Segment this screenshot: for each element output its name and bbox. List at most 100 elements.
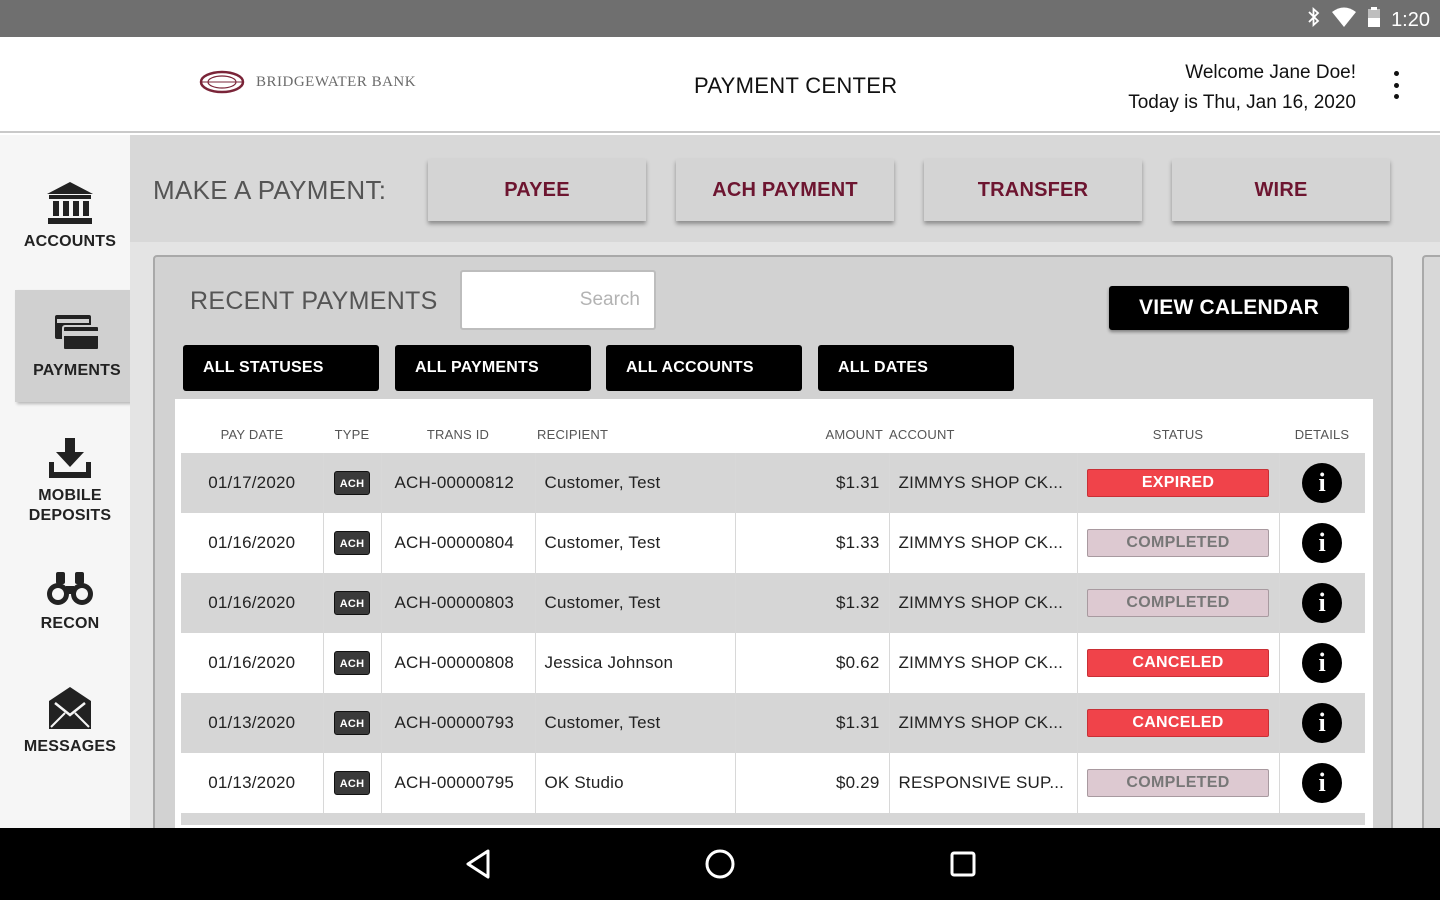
status-badge: EXPIRED: [1087, 469, 1269, 497]
column-header[interactable]: PAY DATE: [181, 399, 323, 453]
table-row[interactable]: 01/13/2020 ACH ACH-00000795 OK Studio $0…: [181, 753, 1365, 813]
recipient: Customer, Test: [535, 513, 736, 573]
type-cell: ACH: [323, 453, 382, 513]
pay-date: 01/13/2020: [181, 693, 324, 753]
sidebar-item-label: MESSAGES: [23, 738, 117, 755]
payments-table: PAY DATE TYPE TRANS ID RECIPIENT AMOUNT …: [181, 399, 1365, 813]
trans-id: ACH-00000803: [381, 573, 536, 633]
back-icon[interactable]: [458, 846, 498, 882]
column-header[interactable]: RECIPIENT: [535, 399, 735, 453]
details-cell: i: [1279, 453, 1365, 513]
info-icon[interactable]: i: [1302, 523, 1343, 563]
recents-icon[interactable]: [943, 846, 983, 882]
amount: $1.32: [735, 573, 890, 633]
table-header-row: PAY DATE TYPE TRANS ID RECIPIENT AMOUNT …: [181, 399, 1365, 453]
table-row[interactable]: 01/13/2020 ACH ACH-00000793 Customer, Te…: [181, 693, 1365, 753]
column-header[interactable]: STATUS: [1077, 399, 1279, 453]
account: ZIMMYS SHOP CK...: [889, 693, 1078, 753]
recent-payments-panel: RECENT PAYMENTS VIEW CALENDAR ALL STATUS…: [153, 255, 1393, 859]
view-calendar-button[interactable]: VIEW CALENDAR: [1109, 286, 1349, 330]
info-icon[interactable]: i: [1302, 763, 1343, 803]
pay-date: 01/13/2020: [181, 753, 324, 813]
home-icon[interactable]: [700, 846, 740, 882]
app-header: BRIDGEWATER BANK PAYMENT CENTER Welcome …: [0, 37, 1440, 133]
amount: $1.31: [735, 693, 890, 753]
filter-all-payments[interactable]: ALL PAYMENTS: [395, 345, 591, 391]
column-header[interactable]: AMOUNT: [735, 399, 889, 453]
amount: $1.31: [735, 453, 890, 513]
sidebar-item-recon[interactable]: RECON: [0, 545, 140, 657]
filter-all-accounts[interactable]: ALL ACCOUNTS: [606, 345, 802, 391]
payee-button[interactable]: PAYEE: [428, 159, 646, 221]
table-row[interactable]: 01/16/2020 ACH ACH-00000804 Customer, Te…: [181, 513, 1365, 573]
status-cell: COMPLETED: [1077, 513, 1280, 573]
trans-id: ACH-00000795: [381, 753, 536, 813]
column-header[interactable]: TRANS ID: [381, 399, 535, 453]
pay-date: 01/17/2020: [181, 453, 324, 513]
table-row[interactable]: 01/16/2020 ACH ACH-00000808 Jessica John…: [181, 633, 1365, 693]
type-cell: ACH: [323, 513, 382, 573]
amount: $0.29: [735, 753, 890, 813]
column-header[interactable]: ACCOUNT: [889, 399, 1077, 453]
sidebar: ACCOUNTS PAYMENTS MOBILE DEPOSITS RECON …: [0, 135, 149, 828]
status-cell: CANCELED: [1077, 633, 1280, 693]
type-cell: ACH: [323, 633, 382, 693]
wire-button[interactable]: WIRE: [1172, 159, 1390, 221]
details-cell: i: [1279, 693, 1365, 753]
sidebar-item-label: RECON: [40, 615, 100, 632]
sidebar-item-accounts[interactable]: ACCOUNTS: [0, 160, 140, 272]
status-badge: COMPLETED: [1087, 529, 1269, 557]
ach-badge: ACH: [334, 711, 370, 735]
envelope-icon: [49, 687, 91, 729]
info-icon[interactable]: i: [1302, 703, 1343, 743]
trans-id: ACH-00000808: [381, 633, 536, 693]
search-input[interactable]: [460, 270, 656, 330]
sidebar-item-messages[interactable]: MESSAGES: [0, 665, 140, 777]
recent-payments-title: RECENT PAYMENTS: [190, 287, 438, 315]
info-icon[interactable]: i: [1302, 463, 1343, 503]
make-payment-bar: MAKE A PAYMENT: PAYEE ACH PAYMENT TRANSF…: [130, 135, 1440, 242]
label-line-1: MOBILE: [38, 487, 102, 504]
status-badge: COMPLETED: [1087, 769, 1269, 797]
ach-payment-button[interactable]: ACH PAYMENT: [676, 159, 894, 221]
ach-badge: ACH: [334, 591, 370, 615]
more-vert-icon[interactable]: [1390, 71, 1402, 99]
info-icon[interactable]: i: [1302, 643, 1343, 683]
binoculars-icon: [47, 572, 93, 605]
system-nav-bar: [0, 828, 1440, 900]
amount: $1.33: [735, 513, 890, 573]
sidebar-item-mobile-deposits[interactable]: MOBILE DEPOSITS: [0, 425, 140, 537]
info-icon[interactable]: i: [1302, 583, 1343, 623]
make-payment-label: MAKE A PAYMENT:: [153, 175, 387, 205]
table-row[interactable]: 01/17/2020 ACH ACH-00000812 Customer, Te…: [181, 453, 1365, 513]
status-cell: CANCELED: [1077, 693, 1280, 753]
sidebar-item-payments[interactable]: PAYMENTS: [15, 290, 149, 402]
transfer-button[interactable]: TRANSFER: [924, 159, 1142, 221]
welcome-block: Welcome Jane Doe! Today is Thu, Jan 16, …: [1128, 58, 1356, 118]
sidebar-item-label: PAYMENTS: [33, 362, 121, 379]
status-badge: COMPLETED: [1087, 589, 1269, 617]
bank-icon: [47, 182, 93, 224]
label-line-2: DEPOSITS: [28, 507, 112, 524]
pay-date: 01/16/2020: [181, 573, 324, 633]
type-cell: ACH: [323, 693, 382, 753]
status-bar: 1:20: [0, 0, 1440, 37]
account: ZIMMYS SHOP CK...: [889, 513, 1078, 573]
bank-logo: BRIDGEWATER BANK: [198, 69, 416, 95]
column-header[interactable]: TYPE: [323, 399, 381, 453]
battery-icon: [1367, 6, 1381, 34]
wifi-icon: [1331, 6, 1357, 34]
column-header[interactable]: DETAILS: [1279, 399, 1365, 453]
clock: 1:20: [1391, 8, 1430, 31]
ach-badge: ACH: [334, 531, 370, 555]
recipient: Customer, Test: [535, 573, 736, 633]
amount: $0.62: [735, 633, 890, 693]
card-icon: [55, 315, 100, 351]
status-icons: 1:20: [1307, 6, 1430, 34]
current-date: Today is Thu, Jan 16, 2020: [1128, 92, 1356, 113]
filter-all-statuses[interactable]: ALL STATUSES: [183, 345, 379, 391]
table-row[interactable]: 01/16/2020 ACH ACH-00000803 Customer, Te…: [181, 573, 1365, 633]
next-panel-edge: [1422, 255, 1440, 855]
page-title: PAYMENT CENTER: [694, 73, 898, 98]
filter-all-dates[interactable]: ALL DATES: [818, 345, 1014, 391]
